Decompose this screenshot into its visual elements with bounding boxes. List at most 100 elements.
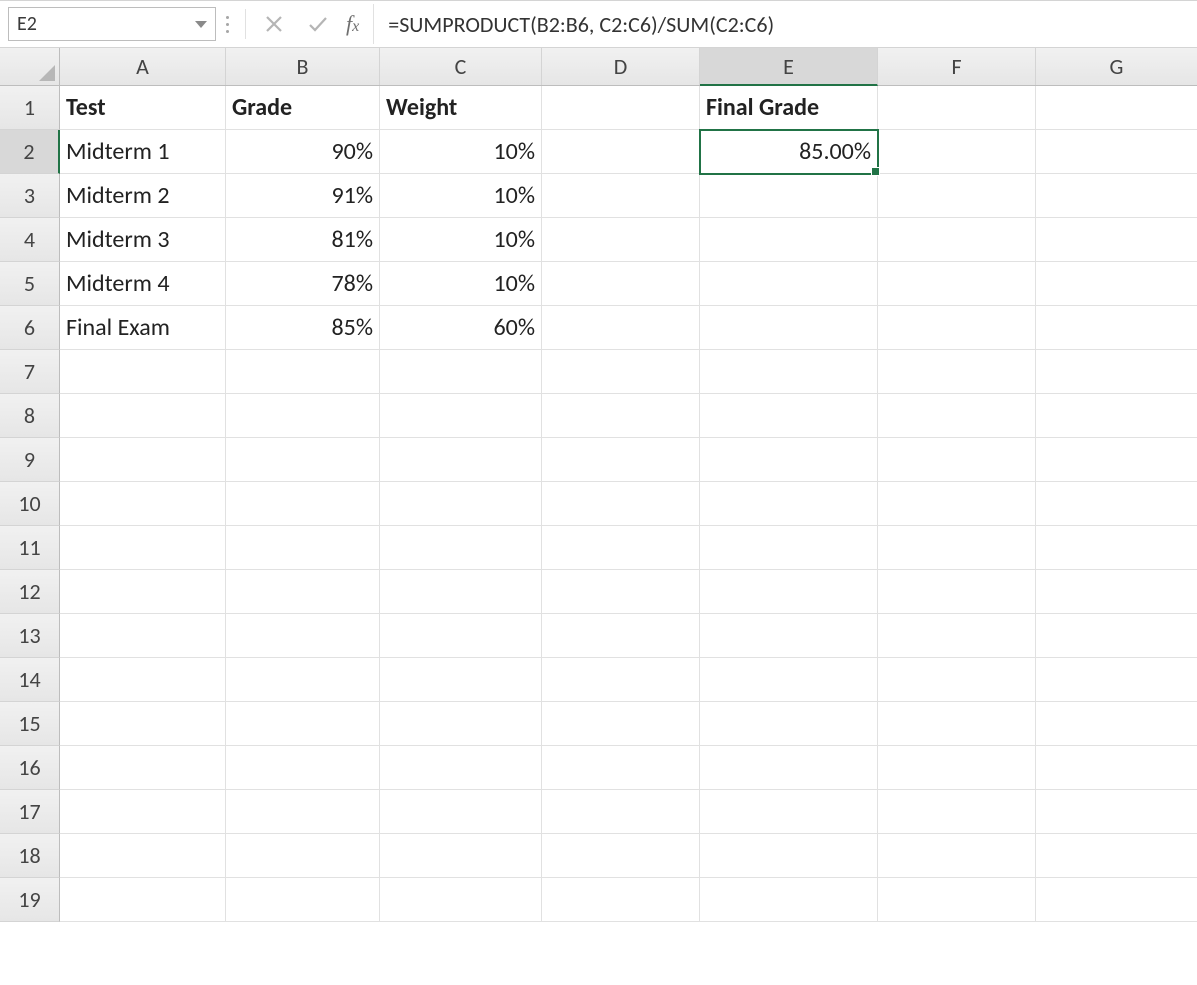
col-header-G[interactable]: G xyxy=(1036,48,1197,85)
row-header-7[interactable]: 7 xyxy=(0,350,60,394)
col-header-C[interactable]: C xyxy=(380,48,542,85)
cell-D1[interactable] xyxy=(542,86,700,130)
name-box-dropdown-icon[interactable] xyxy=(195,21,207,28)
cell-A4[interactable]: Midterm 3 xyxy=(60,218,226,262)
cell-C10[interactable] xyxy=(380,482,542,526)
row-header-18[interactable]: 18 xyxy=(0,834,60,878)
cell-C2[interactable]: 10% xyxy=(380,130,542,174)
cell-B14[interactable] xyxy=(226,658,380,702)
cell-B7[interactable] xyxy=(226,350,380,394)
cell-B18[interactable] xyxy=(226,834,380,878)
cell-C1[interactable]: Weight xyxy=(380,86,542,130)
cell-D5[interactable] xyxy=(542,262,700,306)
cell-G14[interactable] xyxy=(1036,658,1197,702)
cell-D11[interactable] xyxy=(542,526,700,570)
cell-G1[interactable] xyxy=(1036,86,1197,130)
cell-A13[interactable] xyxy=(60,614,226,658)
cell-E13[interactable] xyxy=(700,614,878,658)
cell-F14[interactable] xyxy=(878,658,1036,702)
cell-C5[interactable]: 10% xyxy=(380,262,542,306)
cell-B17[interactable] xyxy=(226,790,380,834)
cell-F1[interactable] xyxy=(878,86,1036,130)
row-header-10[interactable]: 10 xyxy=(0,482,60,526)
row-header-9[interactable]: 9 xyxy=(0,438,60,482)
row-header-2[interactable]: 2 xyxy=(0,130,60,174)
cell-B9[interactable] xyxy=(226,438,380,482)
cell-E19[interactable] xyxy=(700,878,878,922)
cell-F16[interactable] xyxy=(878,746,1036,790)
cell-C18[interactable] xyxy=(380,834,542,878)
cell-A1[interactable]: Test xyxy=(60,86,226,130)
cell-F17[interactable] xyxy=(878,790,1036,834)
cell-B2[interactable]: 90% xyxy=(226,130,380,174)
cell-C6[interactable]: 60% xyxy=(380,306,542,350)
cell-E18[interactable] xyxy=(700,834,878,878)
row-header-1[interactable]: 1 xyxy=(0,86,60,130)
cell-E14[interactable] xyxy=(700,658,878,702)
cell-D15[interactable] xyxy=(542,702,700,746)
cell-E4[interactable] xyxy=(700,218,878,262)
cell-D13[interactable] xyxy=(542,614,700,658)
row-header-8[interactable]: 8 xyxy=(0,394,60,438)
formula-input[interactable] xyxy=(373,4,1193,44)
cell-F12[interactable] xyxy=(878,570,1036,614)
cell-F18[interactable] xyxy=(878,834,1036,878)
cell-C16[interactable] xyxy=(380,746,542,790)
cell-D6[interactable] xyxy=(542,306,700,350)
cell-F9[interactable] xyxy=(878,438,1036,482)
col-header-D[interactable]: D xyxy=(542,48,700,85)
cell-D18[interactable] xyxy=(542,834,700,878)
cell-B19[interactable] xyxy=(226,878,380,922)
cell-E11[interactable] xyxy=(700,526,878,570)
cell-B10[interactable] xyxy=(226,482,380,526)
cell-E7[interactable] xyxy=(700,350,878,394)
row-header-19[interactable]: 19 xyxy=(0,878,60,922)
cell-B8[interactable] xyxy=(226,394,380,438)
cell-E15[interactable] xyxy=(700,702,878,746)
row-header-4[interactable]: 4 xyxy=(0,218,60,262)
row-header-6[interactable]: 6 xyxy=(0,306,60,350)
fx-icon[interactable]: fx xyxy=(340,11,373,37)
cell-F19[interactable] xyxy=(878,878,1036,922)
row-header-15[interactable]: 15 xyxy=(0,702,60,746)
cell-F11[interactable] xyxy=(878,526,1036,570)
cell-E9[interactable] xyxy=(700,438,878,482)
cell-D2[interactable] xyxy=(542,130,700,174)
cell-A3[interactable]: Midterm 2 xyxy=(60,174,226,218)
cell-G16[interactable] xyxy=(1036,746,1197,790)
cell-B4[interactable]: 81% xyxy=(226,218,380,262)
cell-D8[interactable] xyxy=(542,394,700,438)
col-header-F[interactable]: F xyxy=(878,48,1036,85)
cell-G2[interactable] xyxy=(1036,130,1197,174)
cell-G12[interactable] xyxy=(1036,570,1197,614)
cell-C12[interactable] xyxy=(380,570,542,614)
cell-D16[interactable] xyxy=(542,746,700,790)
col-header-E[interactable]: E xyxy=(700,48,878,86)
cell-C8[interactable] xyxy=(380,394,542,438)
row-header-16[interactable]: 16 xyxy=(0,746,60,790)
cell-D14[interactable] xyxy=(542,658,700,702)
cell-A11[interactable] xyxy=(60,526,226,570)
cell-F4[interactable] xyxy=(878,218,1036,262)
cell-F6[interactable] xyxy=(878,306,1036,350)
cell-B5[interactable]: 78% xyxy=(226,262,380,306)
cell-C4[interactable]: 10% xyxy=(380,218,542,262)
cell-G19[interactable] xyxy=(1036,878,1197,922)
cell-B15[interactable] xyxy=(226,702,380,746)
cell-F2[interactable] xyxy=(878,130,1036,174)
cell-B1[interactable]: Grade xyxy=(226,86,380,130)
cell-C11[interactable] xyxy=(380,526,542,570)
cell-C19[interactable] xyxy=(380,878,542,922)
row-header-3[interactable]: 3 xyxy=(0,174,60,218)
cell-D3[interactable] xyxy=(542,174,700,218)
row-header-5[interactable]: 5 xyxy=(0,262,60,306)
cell-B3[interactable]: 91% xyxy=(226,174,380,218)
cell-F10[interactable] xyxy=(878,482,1036,526)
cell-E3[interactable] xyxy=(700,174,878,218)
cell-F8[interactable] xyxy=(878,394,1036,438)
cell-A7[interactable] xyxy=(60,350,226,394)
cell-E10[interactable] xyxy=(700,482,878,526)
cell-A10[interactable] xyxy=(60,482,226,526)
cell-E5[interactable] xyxy=(700,262,878,306)
cell-C3[interactable]: 10% xyxy=(380,174,542,218)
